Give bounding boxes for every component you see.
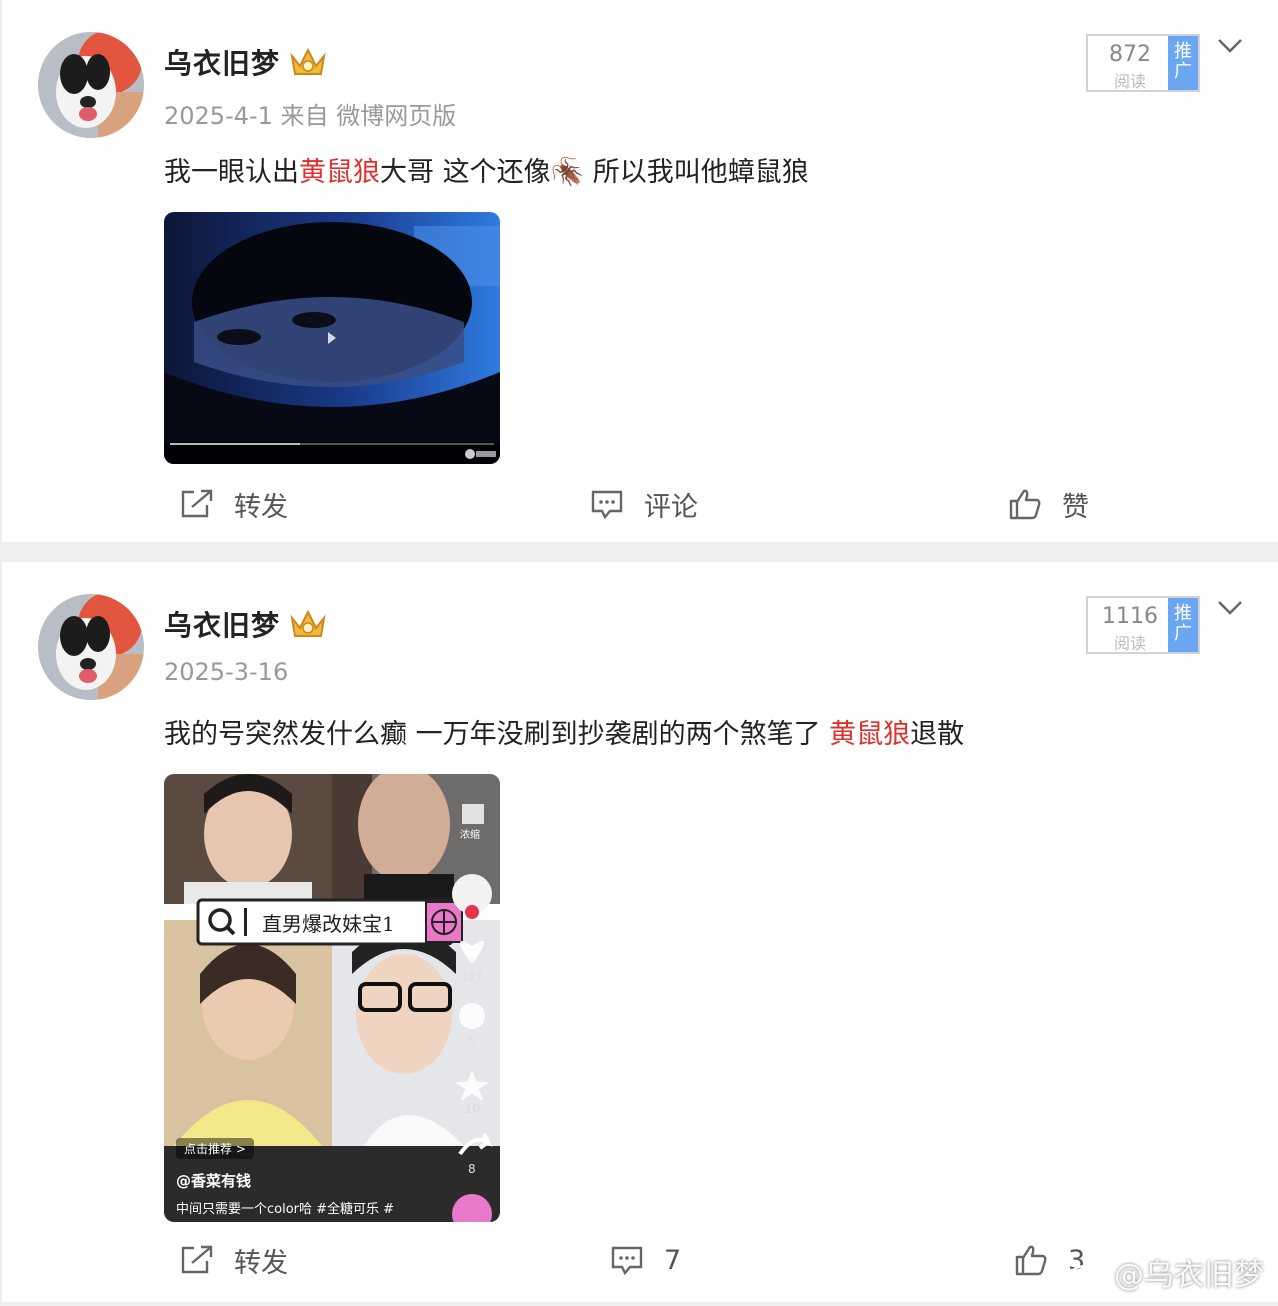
comment-icon (591, 490, 623, 519)
thumbs-up-icon (1015, 1245, 1047, 1276)
post-text: 我的号突然发什么癫 一万年没刷到抄袭剧的两个煞笔了 黄鼠狼退散 (164, 719, 965, 750)
keyword-link[interactable]: 黄鼠狼 (299, 157, 380, 188)
post-source: 来自 微博网页版 (280, 102, 457, 130)
comment-icon (611, 1246, 643, 1275)
repost-button[interactable]: 转发 (180, 1230, 288, 1290)
repost-icon (181, 1245, 213, 1274)
thumbs-up-icon (1009, 489, 1041, 520)
vip-crown-icon[interactable] (288, 46, 328, 80)
video-thumbnail[interactable] (164, 212, 500, 464)
post-text: 我一眼认出黄鼠狼大哥 这个还像🪳 所以我叫他蟑鼠狼 (164, 157, 809, 188)
action-bar: 转发 评论 赞 (2, 474, 1278, 534)
weibo-post-1: 乌衣旧梦 2025-4-1 来自 微博网页版 我一眼认出黄鼠狼大哥 这个还像🪳 … (2, 0, 1278, 542)
keyword-link[interactable]: 黄鼠狼 (829, 719, 910, 750)
comment-button[interactable]: 评论 (590, 474, 698, 534)
search-overlay-text: 直男爆改妹宝1 (262, 912, 395, 936)
post-date[interactable]: 2025-4-1 (164, 102, 273, 130)
read-label: 阅读 (1113, 72, 1146, 91)
avatar[interactable] (38, 594, 144, 700)
read-label: 阅读 (1113, 634, 1146, 653)
comment-count-overlay: 5 (468, 1034, 476, 1048)
vip-crown-icon[interactable] (288, 608, 328, 642)
weibo-logo-icon (1068, 1258, 1106, 1288)
weibo-post-2: 乌衣旧梦 2025-3-16 我的号突然发什么癫 一万年没刷到抄袭剧的两个煞笔了… (2, 562, 1278, 1302)
author-name[interactable]: 乌衣旧梦 (164, 42, 280, 82)
chevron-down-icon[interactable] (1216, 36, 1244, 56)
repost-button[interactable]: 转发 (180, 474, 288, 534)
like-label: 赞 (1062, 491, 1089, 523)
recommend-chip: 点击推荐 > (176, 1138, 254, 1159)
repost-label: 转发 (234, 1247, 288, 1279)
repost-label: 转发 (234, 491, 288, 523)
read-count: 1116 (1102, 604, 1158, 629)
repost-icon (181, 489, 213, 518)
avatar[interactable] (38, 32, 144, 138)
chevron-down-icon[interactable] (1216, 598, 1244, 618)
watermark-text: @乌衣旧梦 (1114, 1258, 1264, 1293)
overlay-caption: 中间只需要一个color哈 #全糖可乐 # (176, 1202, 395, 1217)
comment-label: 评论 (644, 491, 698, 523)
post-meta: 2025-3-16 (164, 658, 288, 686)
overlay-account: @香菜有钱 (176, 1172, 252, 1190)
share-count-overlay: 8 (468, 1162, 476, 1176)
read-count-box: 1116 阅读 推广 (1086, 596, 1200, 654)
watermark: @乌衣旧梦 (1068, 1250, 1264, 1294)
post-date[interactable]: 2025-3-16 (164, 658, 288, 686)
promote-button[interactable]: 推广 (1168, 36, 1198, 90)
side-top-label: 浓缩 (460, 830, 480, 841)
comment-button[interactable]: 7 (610, 1230, 681, 1290)
like-button[interactable]: 赞 (1008, 474, 1089, 534)
like-count-overlay: 327 (460, 970, 483, 984)
read-count-box: 872 阅读 推广 (1086, 34, 1200, 92)
post-meta: 2025-4-1 来自 微博网页版 (164, 96, 456, 131)
read-count: 872 (1109, 42, 1151, 67)
fav-count-overlay: 10 (465, 1102, 481, 1116)
image-thumbnail[interactable]: 直男爆改妹宝1 浓缩 327 5 10 8 点击推荐 > @香菜有钱 中间只需要… (164, 774, 500, 1222)
author-name[interactable]: 乌衣旧梦 (164, 604, 280, 644)
promote-button[interactable]: 推广 (1168, 598, 1198, 652)
comment-count: 7 (664, 1244, 682, 1276)
